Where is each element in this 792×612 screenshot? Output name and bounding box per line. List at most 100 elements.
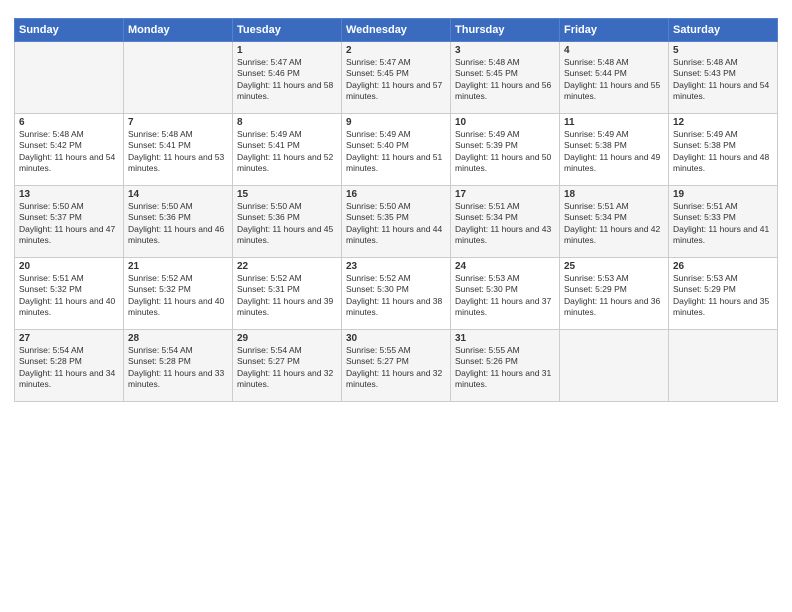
day-cell [124,42,233,114]
day-detail: Sunrise: 5:48 AMSunset: 5:43 PMDaylight:… [673,57,773,103]
day-cell: 13Sunrise: 5:50 AMSunset: 5:37 PMDayligh… [15,186,124,258]
day-cell: 28Sunrise: 5:54 AMSunset: 5:28 PMDayligh… [124,330,233,402]
day-cell: 31Sunrise: 5:55 AMSunset: 5:26 PMDayligh… [451,330,560,402]
day-cell: 23Sunrise: 5:52 AMSunset: 5:30 PMDayligh… [342,258,451,330]
day-detail: Sunrise: 5:52 AMSunset: 5:32 PMDaylight:… [128,273,228,319]
day-detail: Sunrise: 5:55 AMSunset: 5:26 PMDaylight:… [455,345,555,391]
day-number: 9 [346,117,446,128]
week-row-2: 6Sunrise: 5:48 AMSunset: 5:42 PMDaylight… [15,114,778,186]
day-detail: Sunrise: 5:48 AMSunset: 5:41 PMDaylight:… [128,129,228,175]
week-row-1: 1Sunrise: 5:47 AMSunset: 5:46 PMDaylight… [15,42,778,114]
day-detail: Sunrise: 5:48 AMSunset: 5:42 PMDaylight:… [19,129,119,175]
day-cell [560,330,669,402]
page: General Blue SundayMondayTuesdayWednesda… [0,0,792,612]
day-cell: 27Sunrise: 5:54 AMSunset: 5:28 PMDayligh… [15,330,124,402]
col-header-saturday: Saturday [669,19,778,42]
day-number: 6 [19,117,119,128]
day-number: 15 [237,189,337,200]
day-detail: Sunrise: 5:47 AMSunset: 5:45 PMDaylight:… [346,57,446,103]
day-detail: Sunrise: 5:54 AMSunset: 5:27 PMDaylight:… [237,345,337,391]
calendar-table: SundayMondayTuesdayWednesdayThursdayFrid… [14,18,778,402]
day-cell: 8Sunrise: 5:49 AMSunset: 5:41 PMDaylight… [233,114,342,186]
day-number: 30 [346,333,446,344]
day-cell: 11Sunrise: 5:49 AMSunset: 5:38 PMDayligh… [560,114,669,186]
day-detail: Sunrise: 5:49 AMSunset: 5:40 PMDaylight:… [346,129,446,175]
day-number: 14 [128,189,228,200]
day-detail: Sunrise: 5:51 AMSunset: 5:32 PMDaylight:… [19,273,119,319]
day-detail: Sunrise: 5:48 AMSunset: 5:45 PMDaylight:… [455,57,555,103]
day-number: 11 [564,117,664,128]
day-number: 27 [19,333,119,344]
day-detail: Sunrise: 5:49 AMSunset: 5:41 PMDaylight:… [237,129,337,175]
day-cell: 16Sunrise: 5:50 AMSunset: 5:35 PMDayligh… [342,186,451,258]
col-header-wednesday: Wednesday [342,19,451,42]
week-row-4: 20Sunrise: 5:51 AMSunset: 5:32 PMDayligh… [15,258,778,330]
day-cell: 24Sunrise: 5:53 AMSunset: 5:30 PMDayligh… [451,258,560,330]
day-detail: Sunrise: 5:48 AMSunset: 5:44 PMDaylight:… [564,57,664,103]
day-cell: 12Sunrise: 5:49 AMSunset: 5:38 PMDayligh… [669,114,778,186]
day-number: 5 [673,45,773,56]
day-cell: 30Sunrise: 5:55 AMSunset: 5:27 PMDayligh… [342,330,451,402]
col-header-thursday: Thursday [451,19,560,42]
col-header-sunday: Sunday [15,19,124,42]
day-cell [15,42,124,114]
day-number: 31 [455,333,555,344]
day-cell: 25Sunrise: 5:53 AMSunset: 5:29 PMDayligh… [560,258,669,330]
week-row-5: 27Sunrise: 5:54 AMSunset: 5:28 PMDayligh… [15,330,778,402]
day-number: 28 [128,333,228,344]
day-cell: 6Sunrise: 5:48 AMSunset: 5:42 PMDaylight… [15,114,124,186]
day-number: 21 [128,261,228,272]
day-number: 2 [346,45,446,56]
day-cell: 22Sunrise: 5:52 AMSunset: 5:31 PMDayligh… [233,258,342,330]
day-detail: Sunrise: 5:53 AMSunset: 5:29 PMDaylight:… [564,273,664,319]
day-cell: 26Sunrise: 5:53 AMSunset: 5:29 PMDayligh… [669,258,778,330]
day-cell: 5Sunrise: 5:48 AMSunset: 5:43 PMDaylight… [669,42,778,114]
day-detail: Sunrise: 5:49 AMSunset: 5:39 PMDaylight:… [455,129,555,175]
day-detail: Sunrise: 5:51 AMSunset: 5:33 PMDaylight:… [673,201,773,247]
day-detail: Sunrise: 5:49 AMSunset: 5:38 PMDaylight:… [564,129,664,175]
col-header-monday: Monday [124,19,233,42]
col-header-tuesday: Tuesday [233,19,342,42]
day-detail: Sunrise: 5:54 AMSunset: 5:28 PMDaylight:… [19,345,119,391]
day-cell: 9Sunrise: 5:49 AMSunset: 5:40 PMDaylight… [342,114,451,186]
day-cell: 3Sunrise: 5:48 AMSunset: 5:45 PMDaylight… [451,42,560,114]
day-cell: 21Sunrise: 5:52 AMSunset: 5:32 PMDayligh… [124,258,233,330]
day-cell: 17Sunrise: 5:51 AMSunset: 5:34 PMDayligh… [451,186,560,258]
col-header-friday: Friday [560,19,669,42]
day-number: 20 [19,261,119,272]
day-detail: Sunrise: 5:55 AMSunset: 5:27 PMDaylight:… [346,345,446,391]
week-row-3: 13Sunrise: 5:50 AMSunset: 5:37 PMDayligh… [15,186,778,258]
day-detail: Sunrise: 5:50 AMSunset: 5:36 PMDaylight:… [237,201,337,247]
day-number: 18 [564,189,664,200]
day-detail: Sunrise: 5:50 AMSunset: 5:35 PMDaylight:… [346,201,446,247]
day-cell: 18Sunrise: 5:51 AMSunset: 5:34 PMDayligh… [560,186,669,258]
day-cell: 14Sunrise: 5:50 AMSunset: 5:36 PMDayligh… [124,186,233,258]
day-number: 1 [237,45,337,56]
day-detail: Sunrise: 5:49 AMSunset: 5:38 PMDaylight:… [673,129,773,175]
day-number: 19 [673,189,773,200]
day-detail: Sunrise: 5:52 AMSunset: 5:31 PMDaylight:… [237,273,337,319]
day-number: 8 [237,117,337,128]
day-detail: Sunrise: 5:52 AMSunset: 5:30 PMDaylight:… [346,273,446,319]
day-number: 26 [673,261,773,272]
day-cell [669,330,778,402]
day-number: 3 [455,45,555,56]
day-number: 7 [128,117,228,128]
day-number: 23 [346,261,446,272]
day-number: 16 [346,189,446,200]
day-number: 29 [237,333,337,344]
day-number: 12 [673,117,773,128]
day-detail: Sunrise: 5:50 AMSunset: 5:36 PMDaylight:… [128,201,228,247]
day-cell: 4Sunrise: 5:48 AMSunset: 5:44 PMDaylight… [560,42,669,114]
day-detail: Sunrise: 5:53 AMSunset: 5:29 PMDaylight:… [673,273,773,319]
day-detail: Sunrise: 5:51 AMSunset: 5:34 PMDaylight:… [564,201,664,247]
day-number: 17 [455,189,555,200]
day-cell: 29Sunrise: 5:54 AMSunset: 5:27 PMDayligh… [233,330,342,402]
day-cell: 19Sunrise: 5:51 AMSunset: 5:33 PMDayligh… [669,186,778,258]
day-number: 13 [19,189,119,200]
day-number: 25 [564,261,664,272]
day-cell: 1Sunrise: 5:47 AMSunset: 5:46 PMDaylight… [233,42,342,114]
day-number: 22 [237,261,337,272]
day-detail: Sunrise: 5:47 AMSunset: 5:46 PMDaylight:… [237,57,337,103]
day-cell: 7Sunrise: 5:48 AMSunset: 5:41 PMDaylight… [124,114,233,186]
